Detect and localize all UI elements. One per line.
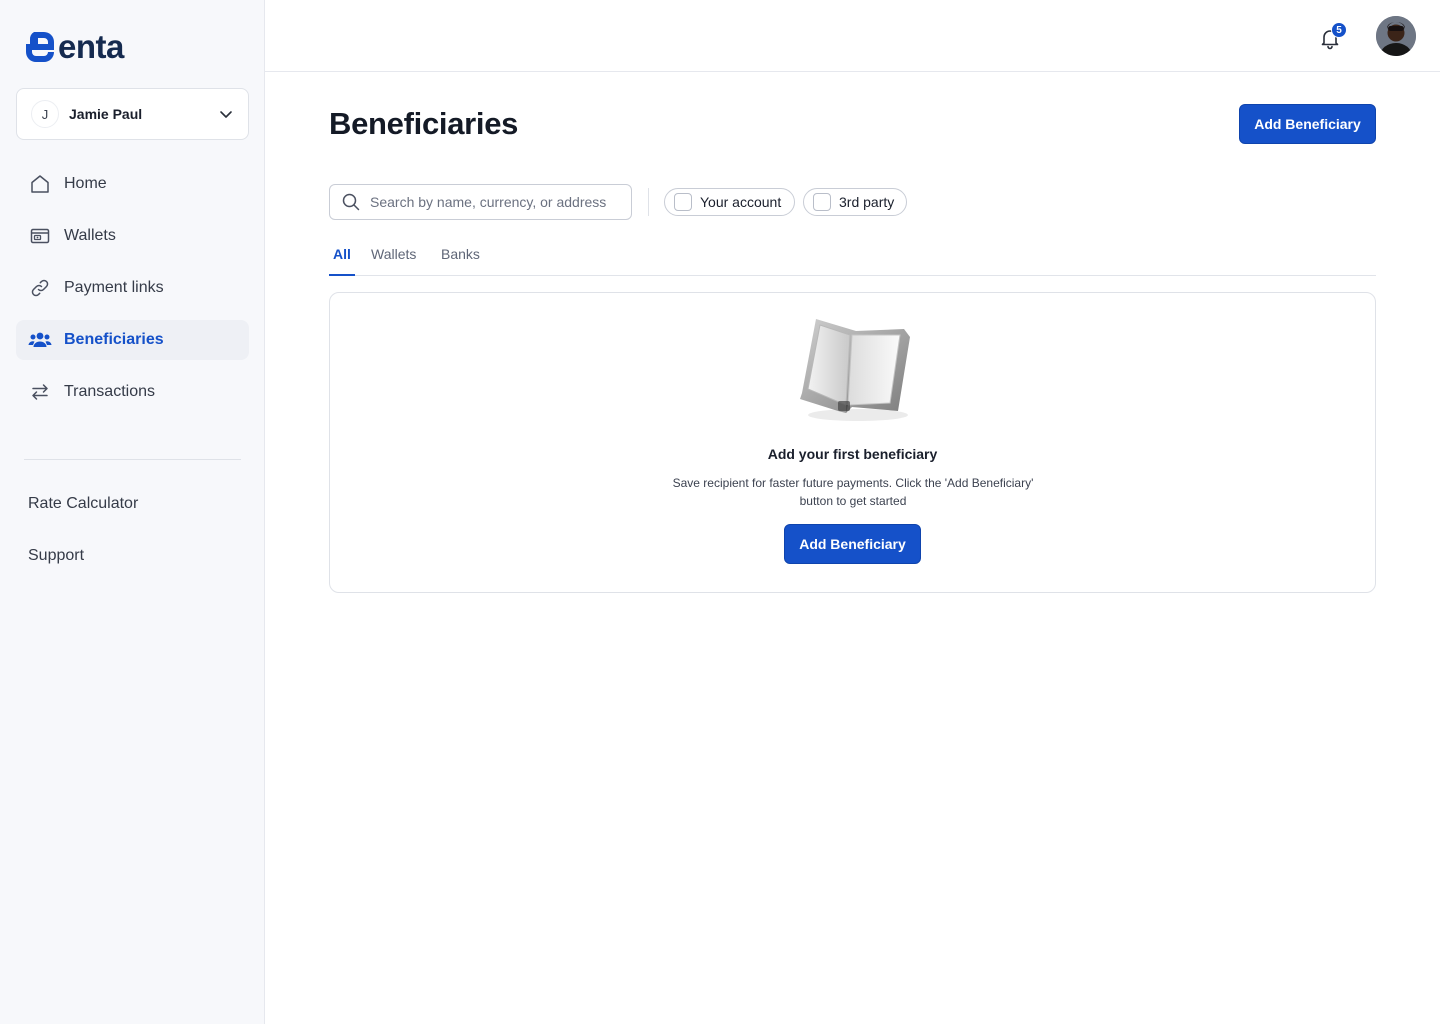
filter-label: Your account [700, 194, 782, 210]
sidebar-item-beneficiaries[interactable]: Beneficiaries [16, 320, 249, 360]
enta-logo-icon [26, 32, 54, 62]
sidebar-item-label: Home [64, 175, 107, 192]
account-switcher[interactable]: J Jamie Paul [16, 88, 249, 140]
filter-divider [648, 188, 649, 216]
home-icon [28, 172, 52, 196]
brand-name: enta [58, 28, 124, 65]
checkbox[interactable] [674, 193, 692, 211]
wallet-icon [28, 224, 52, 248]
filter-label: 3rd party [839, 194, 895, 210]
empty-state-card: Add your first beneficiary Save recipien… [329, 292, 1376, 593]
sidebar-item-wallets[interactable]: Wallets [16, 216, 249, 256]
avatar[interactable] [1376, 16, 1416, 56]
sidebar-item-payment-links[interactable]: Payment links [16, 268, 249, 308]
empty-state-description: Save recipient for faster future payment… [672, 476, 1034, 508]
link-icon [28, 276, 52, 300]
topbar: 5 [265, 0, 1440, 72]
page-title: Beneficiaries [329, 106, 519, 141]
add-beneficiary-empty-button[interactable]: Add Beneficiary [784, 524, 921, 564]
notification-badge: 5 [1331, 22, 1347, 38]
support-link[interactable]: Support [28, 544, 138, 568]
sidebar-nav: Home Wallets Payment links Beneficiaries [16, 164, 249, 424]
sidebar-secondary: Rate Calculator Support [28, 492, 138, 596]
tab-wallets[interactable]: Wallets [371, 240, 416, 276]
app: enta J Jamie Paul Home Wallets Payment l… [0, 0, 1440, 1024]
sidebar-item-label: Wallets [64, 227, 116, 244]
rate-calculator-link[interactable]: Rate Calculator [28, 492, 138, 516]
brand-logo[interactable]: enta [24, 30, 124, 64]
tab-banks[interactable]: Banks [441, 240, 480, 276]
add-beneficiary-button[interactable]: Add Beneficiary [1239, 104, 1376, 144]
search-input[interactable] [370, 194, 620, 210]
filter-your-account[interactable]: Your account [664, 188, 795, 216]
checkbox[interactable] [813, 193, 831, 211]
sidebar-item-transactions[interactable]: Transactions [16, 372, 249, 412]
open-book-icon [800, 319, 910, 421]
sidebar: enta J Jamie Paul Home Wallets Payment l… [0, 0, 265, 1024]
sidebar-item-label: Transactions [64, 383, 155, 400]
user-photo-icon [1376, 16, 1416, 56]
sidebar-divider [24, 459, 241, 460]
transfer-arrows-icon [28, 380, 52, 404]
empty-state-title: Add your first beneficiary [767, 446, 938, 462]
account-name: Jamie Paul [69, 106, 143, 122]
chevron-down-icon [220, 111, 232, 118]
sidebar-item-home[interactable]: Home [16, 164, 249, 204]
filter-3rd-party[interactable]: 3rd party [803, 188, 907, 216]
sidebar-item-label: Beneficiaries [64, 331, 164, 348]
tab-all[interactable]: All [329, 240, 355, 276]
search-icon [342, 193, 360, 211]
account-avatar: J [31, 100, 59, 128]
search-box [329, 184, 632, 220]
sidebar-item-label: Payment links [64, 279, 164, 296]
users-icon [28, 328, 52, 352]
tab-bar: All Wallets Banks [329, 240, 1376, 276]
